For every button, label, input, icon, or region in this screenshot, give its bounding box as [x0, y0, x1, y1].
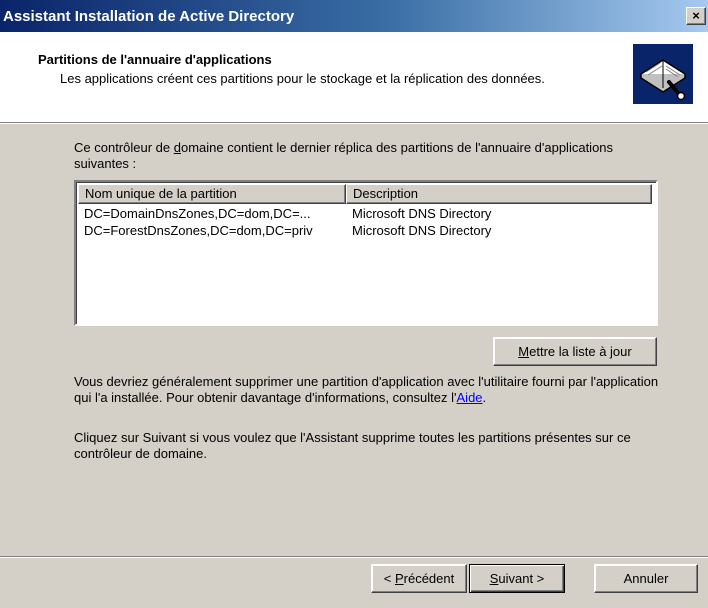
close-button[interactable]: × — [686, 7, 706, 25]
partition-name-cell: DC=ForestDnsZones,DC=dom,DC=priv — [84, 223, 313, 238]
intro-text: Ce contrôleur de domaine contient le der… — [74, 140, 614, 171]
column-header-name[interactable]: Nom unique de la partition — [78, 184, 346, 204]
header-divider — [0, 122, 708, 124]
page-title: Partitions de l'annuaire d'applications — [38, 52, 272, 67]
list-row[interactable]: DC=ForestDnsZones,DC=dom,DC=priv Microso… — [78, 223, 654, 240]
help-link[interactable]: Aide — [457, 390, 483, 405]
window-title: Assistant Installation de Active Directo… — [3, 7, 295, 25]
partition-description-cell: Microsoft DNS Directory — [352, 206, 492, 221]
title-bar[interactable]: Assistant Installation de Active Directo… — [0, 0, 708, 32]
list-row[interactable]: DC=DomainDnsZones,DC=dom,DC=... Microsof… — [78, 206, 654, 223]
next-button[interactable]: Suivant > — [469, 564, 565, 593]
column-header-description[interactable]: Description — [346, 184, 652, 204]
book-tool-icon — [633, 44, 693, 104]
refresh-list-button[interactable]: Mettre la liste à jour — [493, 337, 657, 366]
wizard-window: Assistant Installation de Active Directo… — [0, 0, 708, 608]
partition-name-cell: DC=DomainDnsZones,DC=dom,DC=... — [84, 206, 311, 221]
page-subtitle: Les applications créent ces partitions p… — [60, 71, 545, 86]
note-text: Vous devriez généralement supprimer une … — [74, 374, 659, 405]
footer-divider — [0, 556, 708, 558]
partitions-list[interactable]: Nom unique de la partition Description D… — [74, 180, 658, 326]
list-header: Nom unique de la partition Description — [78, 184, 654, 204]
cancel-button[interactable]: Annuler — [594, 564, 698, 593]
back-button[interactable]: < Précédent — [371, 564, 467, 593]
partition-description-cell: Microsoft DNS Directory — [352, 223, 492, 238]
instruction-text: Cliquez sur Suivant si vous voulez que l… — [74, 430, 631, 461]
wizard-header: Partitions de l'annuaire d'applications … — [0, 32, 708, 122]
